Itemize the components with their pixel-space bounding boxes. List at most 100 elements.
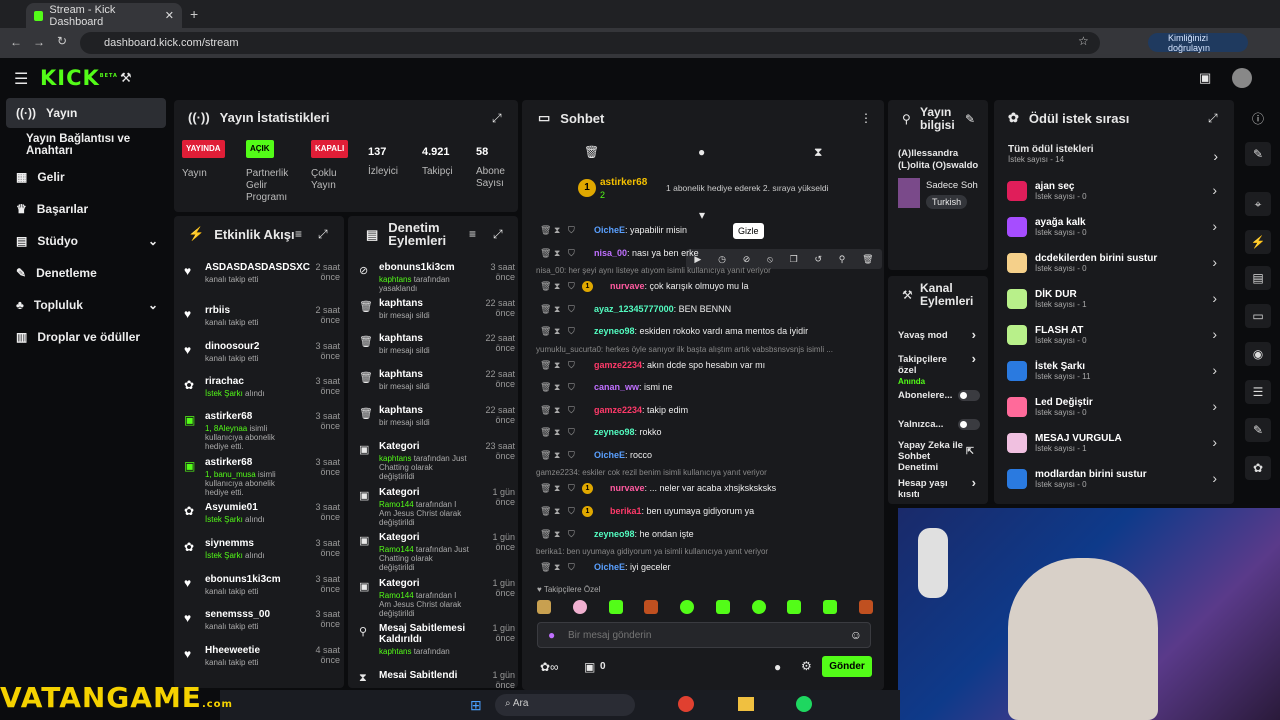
- shield-icon[interactable]: ⛉: [568, 562, 577, 572]
- menu-icon[interactable]: ☰: [14, 69, 28, 89]
- new-tab-button[interactable]: +: [190, 6, 198, 22]
- chat-settings-chat-icon[interactable]: ●: [774, 660, 781, 674]
- shield-icon[interactable]: ⛉: [568, 529, 577, 539]
- chat-username[interactable]: gamze2234: [594, 405, 642, 415]
- chat-message-input[interactable]: [568, 626, 838, 644]
- emote[interactable]: [537, 600, 551, 614]
- emote[interactable]: [608, 600, 623, 614]
- reward-item[interactable]: dcdekilerden birini sustur İstek sayısı -…: [1007, 248, 1217, 278]
- chat-username[interactable]: nurvave: [610, 281, 645, 291]
- chat-message[interactable]: 🗑 ⧗ ⛉ 1 berika1: ben uyumaya gidiyorum ya: [540, 504, 880, 518]
- shield-icon[interactable]: ⛉: [568, 506, 577, 516]
- delete-icon[interactable]: 🗑: [540, 382, 551, 392]
- delete-icon[interactable]: 🗑: [540, 225, 551, 235]
- shield-icon[interactable]: ⛉: [568, 281, 577, 291]
- chat-username[interactable]: OicheE: [594, 450, 625, 460]
- hammer-icon[interactable]: ⚒: [120, 70, 132, 86]
- gift-icon[interactable]: ▣: [584, 660, 595, 674]
- reward-item[interactable]: Led Değiştir İstek sayısı - 0 ›: [1007, 392, 1217, 422]
- shield-icon[interactable]: ⛉: [568, 225, 577, 235]
- delete-icon[interactable]: 🗑: [540, 506, 551, 516]
- chat-username[interactable]: nurvave: [610, 483, 645, 493]
- reward-item[interactable]: ajan seç İstek sayısı - 0 ›: [1007, 176, 1217, 206]
- channel-action-item[interactable]: Yapay Zeka ile Sohbet Denetimi ⇱: [898, 440, 980, 473]
- channel-action-item[interactable]: Hesap yaşı kısıtı ›: [898, 476, 980, 500]
- chat-username[interactable]: OicheE: [594, 225, 625, 235]
- shield-icon[interactable]: ⛉: [568, 405, 577, 415]
- avatar[interactable]: [1232, 68, 1252, 88]
- more-options-icon[interactable]: ⋮: [860, 111, 872, 125]
- chat-username[interactable]: berika1: [610, 506, 642, 516]
- delete-icon[interactable]: 🗑: [540, 450, 551, 460]
- keyboard-icon[interactable]: ▣: [1199, 70, 1211, 86]
- sidebar-item-studio[interactable]: ▤ Stüdyo ⌄: [6, 226, 166, 256]
- delete-icon[interactable]: 🗑: [540, 427, 551, 437]
- kick-logo[interactable]: KICKBETA: [40, 66, 118, 90]
- edit-icon[interactable]: ✎: [965, 112, 975, 126]
- folder-icon[interactable]: [738, 697, 754, 711]
- reward-item[interactable]: FLASH AT İstek sayısı - 0 ›: [1007, 320, 1217, 350]
- shield-icon[interactable]: ⛉: [568, 304, 577, 314]
- emote[interactable]: [715, 600, 730, 614]
- reward-item[interactable]: İstek Şarkı İstek sayısı - 11 ›: [1007, 356, 1217, 386]
- delete-icon[interactable]: 🗑: [540, 483, 551, 493]
- delete-icon[interactable]: 🗑: [540, 248, 551, 258]
- chat-message[interactable]: 🗑 ⧗ ⛉ canan_ww: ismi ne: [540, 380, 880, 394]
- hourglass-icon[interactable]: ⧗: [554, 304, 563, 314]
- hourglass-icon[interactable]: ⧗: [554, 529, 563, 539]
- community-points-icon[interactable]: ✿∞: [540, 660, 559, 674]
- popout-icon[interactable]: ⤢: [318, 227, 328, 242]
- wrench-icon[interactable]: ✎: [1245, 418, 1271, 442]
- browser-tab[interactable]: Stream - Kick Dashboard ✕: [26, 3, 182, 28]
- hourglass-icon[interactable]: ⧗: [814, 145, 822, 160]
- chat-username[interactable]: canan_ww: [594, 382, 639, 392]
- emote[interactable]: [751, 600, 766, 614]
- popout-icon[interactable]: ⤢: [492, 111, 502, 126]
- hourglass-icon[interactable]: ⧗: [554, 562, 563, 572]
- reward-item[interactable]: MESAJ VURGULA İstek sayısı - 1 ›: [1007, 428, 1217, 458]
- scroll-down-icon[interactable]: ▾: [699, 208, 705, 222]
- sidebar-item-drops[interactable]: ▥ Droplar ve ödüller: [6, 322, 166, 352]
- reward-item[interactable]: DİK DUR İstek sayısı - 1 ›: [1007, 284, 1217, 314]
- emote[interactable]: [858, 600, 873, 614]
- chat-username[interactable]: nisa_00: [594, 248, 627, 258]
- sidebar-item-moderation[interactable]: ✎ Denetleme: [6, 258, 166, 288]
- shield-icon[interactable]: ⛉: [568, 427, 577, 437]
- info-icon[interactable]: ⓘ: [1245, 106, 1271, 130]
- spotify-icon[interactable]: [796, 696, 812, 712]
- list-icon[interactable]: ▤: [1245, 266, 1271, 290]
- bolt-icon[interactable]: ⚡: [1245, 230, 1271, 254]
- hourglass-icon[interactable]: ⧗: [554, 360, 563, 370]
- sidebar-item-revenue[interactable]: ▦ Gelir: [6, 162, 166, 192]
- delete-icon[interactable]: 🗑: [540, 326, 551, 336]
- chat-message[interactable]: 🗑 ⧗ ⛉ zeyneo98: he ondan işte: [540, 527, 880, 541]
- emote[interactable]: [823, 600, 838, 614]
- chat-message[interactable]: 🗑 ⧗ ⛉ gamze2234: akın dcde spo hesabın var …: [540, 358, 880, 372]
- chat-message[interactable]: 🗑 ⧗ ⛉ 1 nurvave: çok karışık olmuyo mu la: [540, 279, 880, 293]
- chat-username[interactable]: ayaz_12345777000: [594, 304, 674, 314]
- sidebar-item-achievements[interactable]: ♛ Başarılar: [6, 194, 166, 224]
- chat-message[interactable]: 🗑 ⧗ ⛉ OicheE: iyi geceler: [540, 560, 880, 574]
- popout-icon[interactable]: ⤢: [493, 227, 503, 242]
- sidebar-item-community[interactable]: ♣ Topluluk ⌄: [6, 290, 166, 320]
- chrome-icon[interactable]: [678, 696, 694, 712]
- emoji-icon[interactable]: ☺: [850, 628, 862, 642]
- chat-bubble-icon[interactable]: ●: [698, 145, 705, 159]
- send-button[interactable]: Gönder: [822, 656, 872, 677]
- broadcast-icon[interactable]: ◉: [1245, 342, 1271, 366]
- hourglass-icon[interactable]: ⧗: [554, 506, 563, 516]
- delete-icon[interactable]: 🗑: [540, 281, 551, 291]
- hourglass-icon[interactable]: ⧗: [554, 382, 563, 392]
- shield-icon[interactable]: ⛉: [568, 248, 577, 258]
- shield-icon[interactable]: ⛉: [568, 382, 577, 392]
- channel-action-item[interactable]: Takipçilere özel Anında ›: [898, 352, 980, 387]
- reward-item[interactable]: modlardan birini sustur İstek sayısı - 0 ›: [1007, 464, 1217, 494]
- edit-icon[interactable]: ✎: [1245, 142, 1271, 166]
- popout-icon[interactable]: ⤢: [1208, 111, 1218, 126]
- chat-message[interactable]: 🗑 ⧗ ⛉ nisa_00: nası ya ben erke: [540, 246, 880, 260]
- toggle-switch[interactable]: [958, 390, 980, 401]
- rewards-icon[interactable]: ✿: [1245, 456, 1271, 480]
- emote[interactable]: [787, 600, 802, 614]
- chat-message[interactable]: 🗑 ⧗ ⛉ OicheE: rocco: [540, 448, 880, 462]
- layout-icon[interactable]: ☰: [1245, 380, 1271, 404]
